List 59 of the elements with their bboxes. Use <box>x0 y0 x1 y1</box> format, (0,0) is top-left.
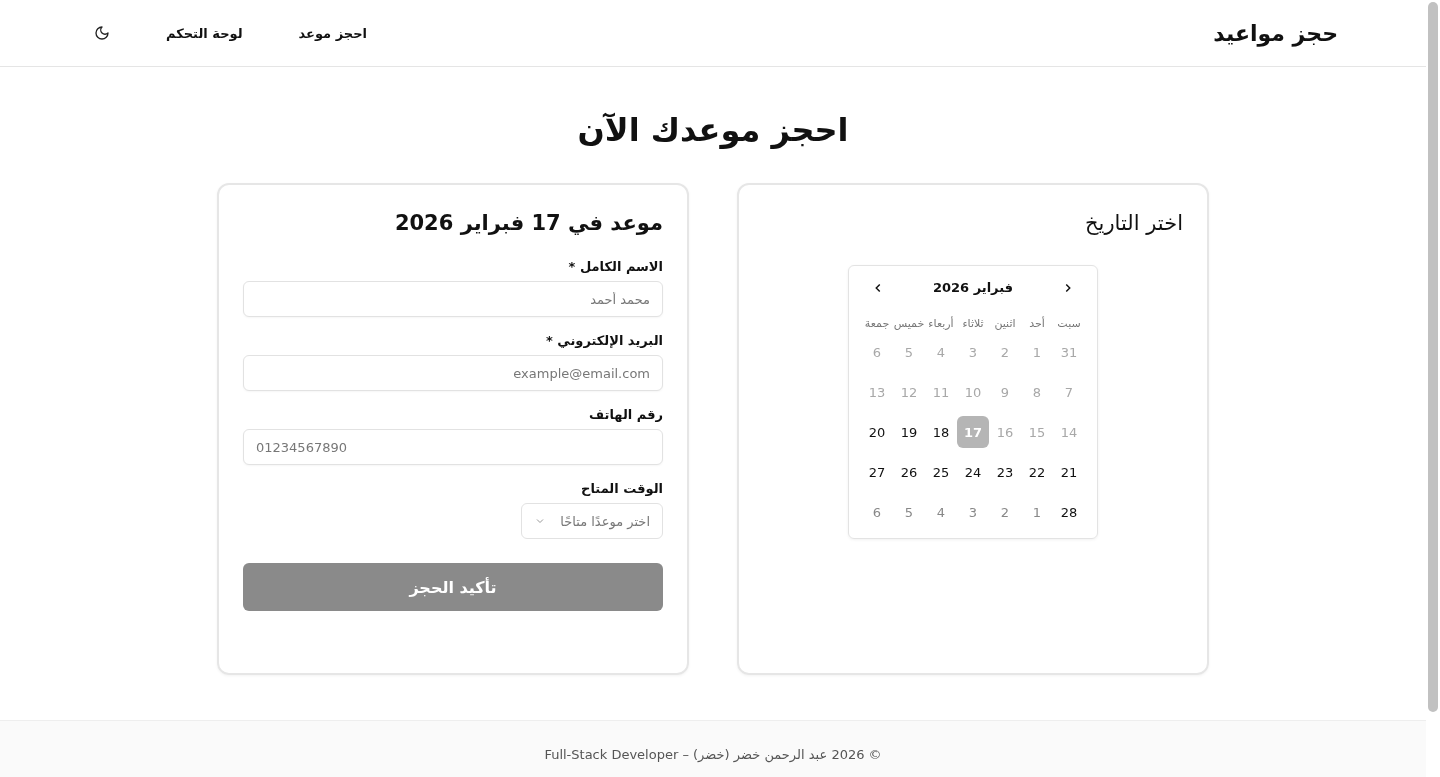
calendar-day[interactable]: 12 <box>893 376 925 408</box>
calendar-day[interactable]: 5 <box>893 496 925 528</box>
calendar-day[interactable]: 4 <box>925 336 957 368</box>
calendar-day[interactable]: 17 <box>957 416 989 448</box>
calendar-day[interactable]: 10 <box>957 376 989 408</box>
weekday-label: ثلاثاء <box>961 317 985 330</box>
nav-link[interactable]: لوحة التحكم <box>166 25 243 41</box>
calendar-day[interactable]: 15 <box>1021 416 1053 448</box>
month-label: فبراير 2026 <box>933 280 1014 295</box>
weekday-label: سبت <box>1056 317 1082 330</box>
calendar-day[interactable]: 9 <box>989 376 1021 408</box>
calendar-day[interactable]: 22 <box>1021 456 1053 488</box>
calendar-day[interactable]: 23 <box>989 456 1021 488</box>
calendar-day[interactable]: 1 <box>1021 336 1053 368</box>
field-label: الاسم الكامل * <box>568 259 663 274</box>
calendar-day[interactable]: 20 <box>861 416 893 448</box>
calendar-day[interactable]: 6 <box>861 496 893 528</box>
calendar-day[interactable]: 18 <box>925 416 957 448</box>
field-label: الوقت المتاح <box>581 481 663 496</box>
calendar-day[interactable]: 6 <box>861 336 893 368</box>
calendar-day[interactable]: 13 <box>861 376 893 408</box>
calendar-day[interactable]: 2 <box>989 336 1021 368</box>
calendar-day[interactable]: 5 <box>893 336 925 368</box>
page-title: احجز موعدك الآن <box>576 111 850 149</box>
calendar-day[interactable]: 7 <box>1053 376 1085 408</box>
calendar-day[interactable]: 8 <box>1021 376 1053 408</box>
weekday-label: اثنين <box>993 317 1017 330</box>
calendar-day[interactable]: 4 <box>925 496 957 528</box>
calendar-day[interactable]: 11 <box>925 376 957 408</box>
field-label: البريد الإلكتروني * <box>545 333 663 348</box>
calendar-day[interactable]: 28 <box>1053 496 1085 528</box>
moon-icon[interactable] <box>94 25 110 41</box>
input-field[interactable]: 01234567890 <box>243 429 663 465</box>
calendar-day[interactable]: 14 <box>1053 416 1085 448</box>
calendar-day[interactable]: 21 <box>1053 456 1085 488</box>
calendar-day[interactable]: 19 <box>893 416 925 448</box>
time-select[interactable]: اختر موعدًا متاحًا <box>521 503 663 539</box>
calendar-day[interactable]: 26 <box>893 456 925 488</box>
card-title: موعد في 17 فبراير 2026 <box>393 211 663 235</box>
brand-title: حجز مواعيد <box>1213 20 1338 46</box>
weekday-label: خميس <box>893 317 925 330</box>
calendar-day[interactable]: 3 <box>957 496 989 528</box>
calendar-day[interactable]: 16 <box>989 416 1021 448</box>
input-field[interactable]: example@email.com <box>243 355 663 391</box>
calendar-day[interactable]: 3 <box>957 336 989 368</box>
field-label: رقم الهاتف <box>589 407 663 422</box>
calendar-day[interactable]: 25 <box>925 456 957 488</box>
calendar-day[interactable]: 31 <box>1053 336 1085 368</box>
calendar-day[interactable]: 27 <box>861 456 893 488</box>
card-title: اختر التاريخ <box>1084 211 1183 235</box>
nav-link[interactable]: احجز موعد <box>298 25 367 41</box>
weekday-label: جمعة <box>863 317 891 330</box>
calendar-day[interactable]: 2 <box>989 496 1021 528</box>
weekday-label: أربعاء <box>927 317 955 330</box>
calendar-day[interactable]: 1 <box>1021 496 1053 528</box>
calendar-day[interactable]: 24 <box>957 456 989 488</box>
scrollbar[interactable] <box>1428 2 1438 712</box>
copyright-text: © 2026 عبد الرحمن خضر (خضر) – Full-Stack Developer <box>544 747 882 765</box>
weekday-label: أحد <box>1028 317 1046 330</box>
